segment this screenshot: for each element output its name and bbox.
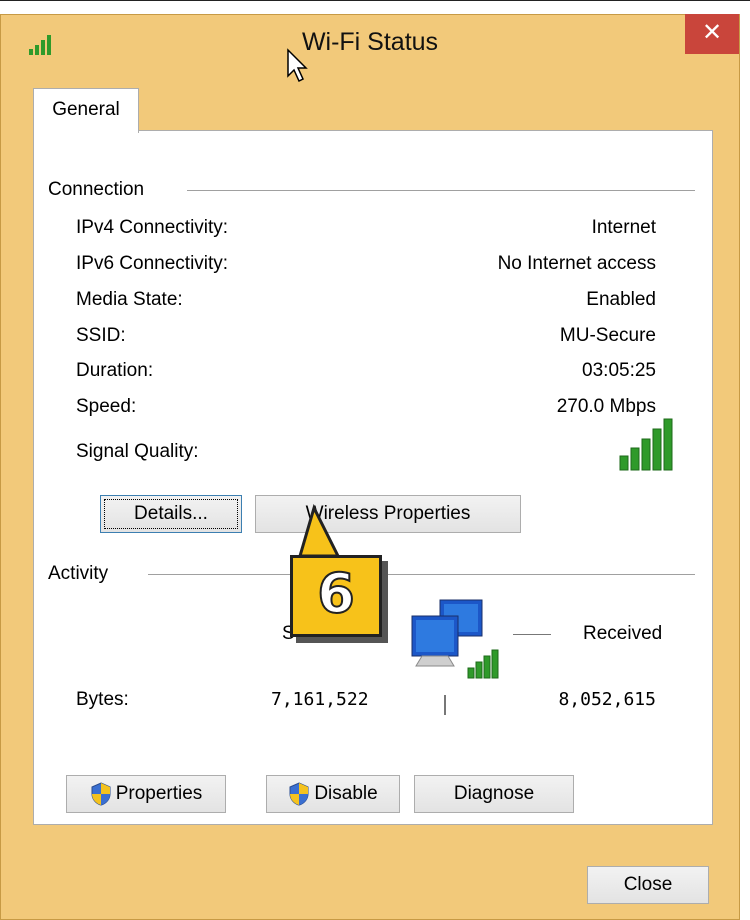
step-callout-badge: 6 xyxy=(290,555,382,637)
mouse-cursor-icon xyxy=(287,48,308,83)
callout-number: 6 xyxy=(316,561,356,626)
callout-pointer xyxy=(298,503,341,558)
